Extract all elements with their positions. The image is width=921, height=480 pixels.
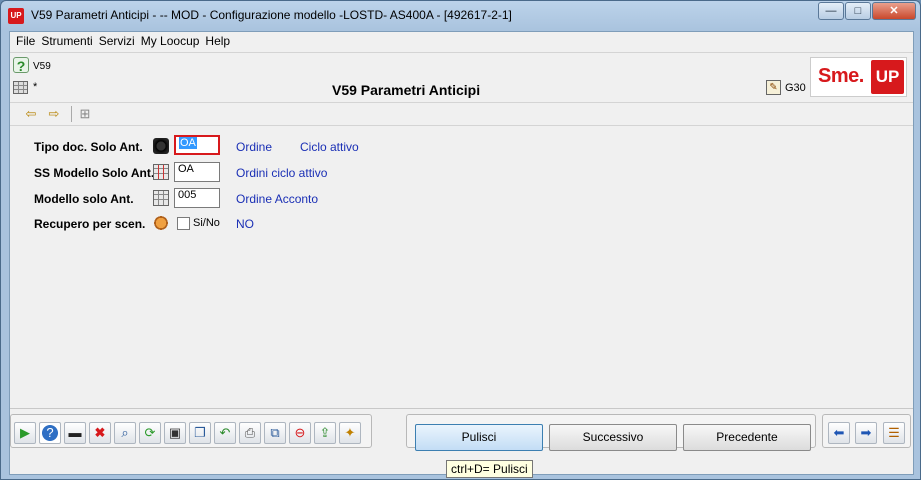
help-question-icon[interactable]: ? xyxy=(13,57,29,74)
logo-text: Sme. xyxy=(818,65,864,87)
window-title: V59 Parametri Anticipi - -- MOD - Config… xyxy=(31,8,512,22)
duplicate-icon[interactable]: ⧉ xyxy=(264,422,286,444)
help-code: V59 xyxy=(33,61,51,72)
toggle-icon[interactable] xyxy=(153,215,169,231)
menu-strumenti[interactable]: Strumenti xyxy=(38,32,95,51)
tipo-doc-value: OA xyxy=(179,137,197,149)
toolbar-separator xyxy=(71,106,72,122)
tipo-doc-desc: Ordine xyxy=(236,140,273,154)
successivo-button[interactable]: Successivo xyxy=(549,424,677,451)
page-header: ? V59 * V59 Parametri Anticipi ✎ G30 Sme… xyxy=(10,52,913,102)
nav-forward-icon[interactable]: ⇨ xyxy=(45,106,63,122)
stop-icon[interactable]: ⊖ xyxy=(289,422,311,444)
page-title: V59 Parametri Anticipi xyxy=(332,82,481,98)
code-label: G30 xyxy=(785,82,806,94)
logo-badge: UP xyxy=(871,60,904,94)
tooltip: ctrl+D= Pulisci xyxy=(446,460,533,478)
console-icon[interactable]: ▬ xyxy=(64,422,86,444)
list-icon[interactable]: ☰ xyxy=(883,422,905,444)
help-icon[interactable]: ? xyxy=(39,422,61,444)
toolbar: ⇦ ⇨ ⊞ xyxy=(10,102,913,126)
precedente-button[interactable]: Precedente xyxy=(683,424,811,451)
modello-solo-input[interactable]: 005 xyxy=(174,188,220,208)
close-button[interactable]: ✕ xyxy=(872,2,916,20)
menu-help[interactable]: Help xyxy=(202,32,233,51)
arrow-right-icon[interactable]: ➡ xyxy=(855,422,877,444)
function-keys-group: ▶ ? ▬ ✖ ⌕ ⟳ ▣ ❐ ↶ ⎙ ⧉ ⊖ ⇪ ✦ xyxy=(10,414,372,448)
pulisci-button[interactable]: Pulisci xyxy=(415,424,543,451)
menu-bar: File Strumenti Servizi My Loocup Help xyxy=(10,32,913,51)
minimize-button[interactable]: — xyxy=(818,2,844,20)
tipo-doc-desc2: Ciclo attivo xyxy=(300,140,359,154)
print-icon[interactable]: ⎙ xyxy=(239,422,261,444)
edit-document-icon[interactable]: ✎ xyxy=(766,80,781,95)
cube-icon[interactable] xyxy=(153,138,169,154)
nav-back-icon[interactable]: ⇦ xyxy=(22,106,40,122)
wand-icon[interactable]: ✦ xyxy=(339,422,361,444)
ss-modello-input[interactable]: OA xyxy=(174,162,220,182)
tipo-doc-input[interactable]: OA xyxy=(174,135,220,155)
save-icon[interactable]: ▣ xyxy=(164,422,186,444)
recupero-desc: NO xyxy=(236,217,254,231)
navigation-group: ⬅ ➡ ☰ xyxy=(822,414,911,448)
modello-solo-desc: Ordine Acconto xyxy=(236,192,319,206)
copy-icon[interactable]: ❐ xyxy=(189,422,211,444)
arrow-left-icon[interactable]: ⬅ xyxy=(828,422,850,444)
recupero-checkbox[interactable] xyxy=(177,217,190,230)
title-bar: UP V59 Parametri Anticipi - -- MOD - Con… xyxy=(1,1,920,31)
undo-icon[interactable]: ↶ xyxy=(214,422,236,444)
smeup-logo: Sme. UP xyxy=(810,57,907,97)
tree-structure-icon[interactable]: ⊞ xyxy=(76,106,94,122)
grid-icon[interactable] xyxy=(13,81,28,94)
app-logo-icon: UP xyxy=(8,8,24,24)
search-icon[interactable]: ⌕ xyxy=(114,422,136,444)
export-icon[interactable]: ⇪ xyxy=(314,422,336,444)
label-modello-solo: Modello solo Ant. xyxy=(34,192,134,206)
ss-modello-desc: Ordini ciclo attivo xyxy=(236,166,328,180)
table-icon[interactable] xyxy=(153,190,169,206)
delete-icon[interactable]: ✖ xyxy=(89,422,111,444)
label-tipo-doc: Tipo doc. Solo Ant. xyxy=(34,140,143,154)
menu-servizi[interactable]: Servizi xyxy=(96,32,138,51)
client-area: File Strumenti Servizi My Loocup Help ? … xyxy=(9,31,914,475)
form-area: Tipo doc. Solo Ant. OA Ordine Ciclo atti… xyxy=(10,127,913,407)
label-ss-modello: SS Modello Solo Ant. xyxy=(34,166,155,180)
label-recupero: Recupero per scen. xyxy=(34,217,146,231)
refresh-icon[interactable]: ⟳ xyxy=(139,422,161,444)
play-icon[interactable]: ▶ xyxy=(14,422,36,444)
action-buttons-group: Pulisci Successivo Precedente xyxy=(406,414,816,451)
table-red-icon[interactable] xyxy=(153,164,169,180)
maximize-button[interactable]: □ xyxy=(845,2,871,20)
recupero-checkbox-label: Si/No xyxy=(193,217,220,229)
application-window: UP V59 Parametri Anticipi - -- MOD - Con… xyxy=(0,0,921,480)
modified-marker: * xyxy=(33,81,38,93)
menu-file[interactable]: File xyxy=(13,32,38,51)
menu-my-loocup[interactable]: My Loocup xyxy=(138,32,203,51)
